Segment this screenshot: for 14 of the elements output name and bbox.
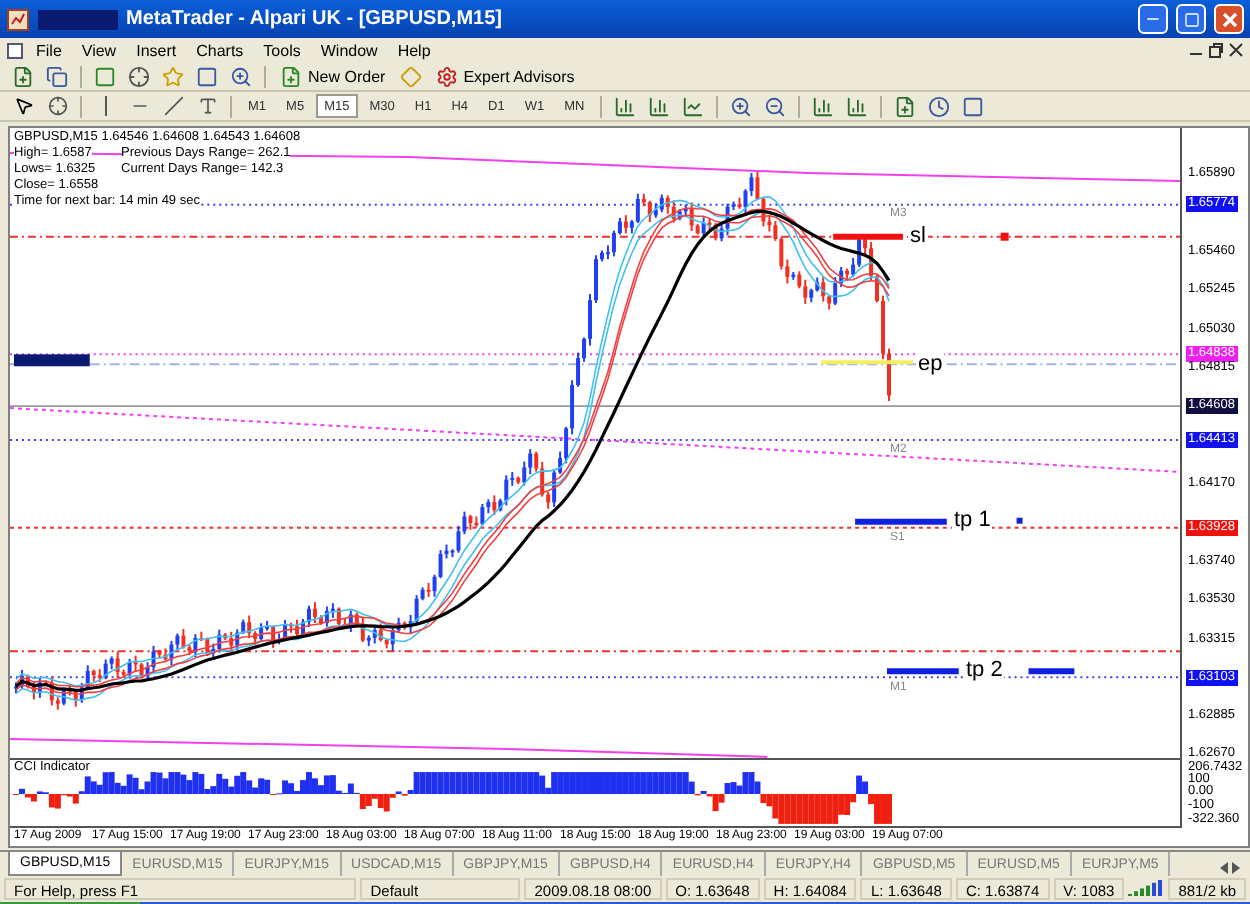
menu-item[interactable]: Tools	[255, 41, 309, 59]
chart-annotation: tp 1	[952, 508, 993, 532]
expert-advisors-button[interactable]: Expert Advisors	[429, 63, 581, 89]
menu-item[interactable]: Window	[312, 41, 386, 59]
menu-item[interactable]: Help	[389, 41, 439, 59]
new-order-button[interactable]: New Order	[274, 63, 392, 89]
chart-annotation: ep	[916, 352, 945, 376]
menu-item[interactable]: File	[28, 41, 70, 59]
menu-item[interactable]: Charts	[188, 41, 252, 59]
chart-annotation: tp 2	[964, 658, 1005, 682]
window-title: MetaTrader - Alpari UK - [GBPUSD,M15]	[126, 8, 502, 30]
chart-annotation: sl	[908, 224, 928, 248]
menu-item[interactable]: View	[73, 41, 125, 59]
menu-item[interactable]: Insert	[128, 41, 185, 59]
